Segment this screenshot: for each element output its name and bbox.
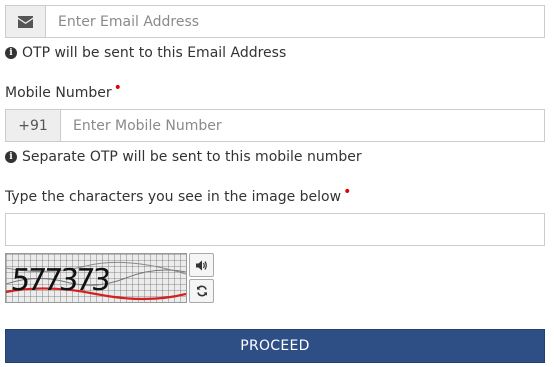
- captcha-noise-graphic: 577373: [6, 254, 186, 302]
- country-code-addon: +91: [6, 110, 61, 141]
- captcha-label: Type the characters you see in the image…: [5, 184, 351, 205]
- email-input-group: Enter Email Address: [5, 5, 545, 38]
- email-help-text: OTP will be sent to this Email Address: [22, 45, 287, 61]
- captcha-image-text: 577373: [9, 263, 110, 298]
- email-help: i OTP will be sent to this Email Address: [5, 45, 286, 61]
- mobile-help: i Separate OTP will be sent to this mobi…: [5, 149, 362, 165]
- proceed-button[interactable]: PROCEED: [5, 329, 545, 363]
- otp-form: Enter Email Address i OTP will be sent t…: [0, 0, 554, 367]
- required-marker: •: [343, 184, 352, 200]
- envelope-icon: [18, 15, 33, 28]
- audio-captcha-button[interactable]: [189, 253, 214, 277]
- speaker-icon: [195, 260, 207, 270]
- email-addon: [6, 6, 46, 37]
- mobile-label: Mobile Number •: [5, 80, 122, 101]
- info-icon: i: [5, 47, 17, 59]
- captcha-image: 577373: [5, 253, 187, 303]
- mobile-input-group: +91 Enter Mobile Number: [5, 109, 545, 142]
- captcha-label-text: Type the characters you see in the image…: [5, 189, 342, 205]
- refresh-captcha-button[interactable]: [189, 279, 214, 303]
- refresh-icon: [196, 285, 207, 297]
- info-icon: i: [5, 151, 17, 163]
- mobile-help-text: Separate OTP will be sent to this mobile…: [22, 149, 362, 165]
- captcha-input[interactable]: [5, 213, 545, 246]
- required-marker: •: [113, 80, 122, 96]
- mobile-number-field[interactable]: Enter Mobile Number: [61, 110, 544, 141]
- mobile-label-text: Mobile Number: [5, 85, 112, 101]
- email-field[interactable]: Enter Email Address: [46, 6, 544, 37]
